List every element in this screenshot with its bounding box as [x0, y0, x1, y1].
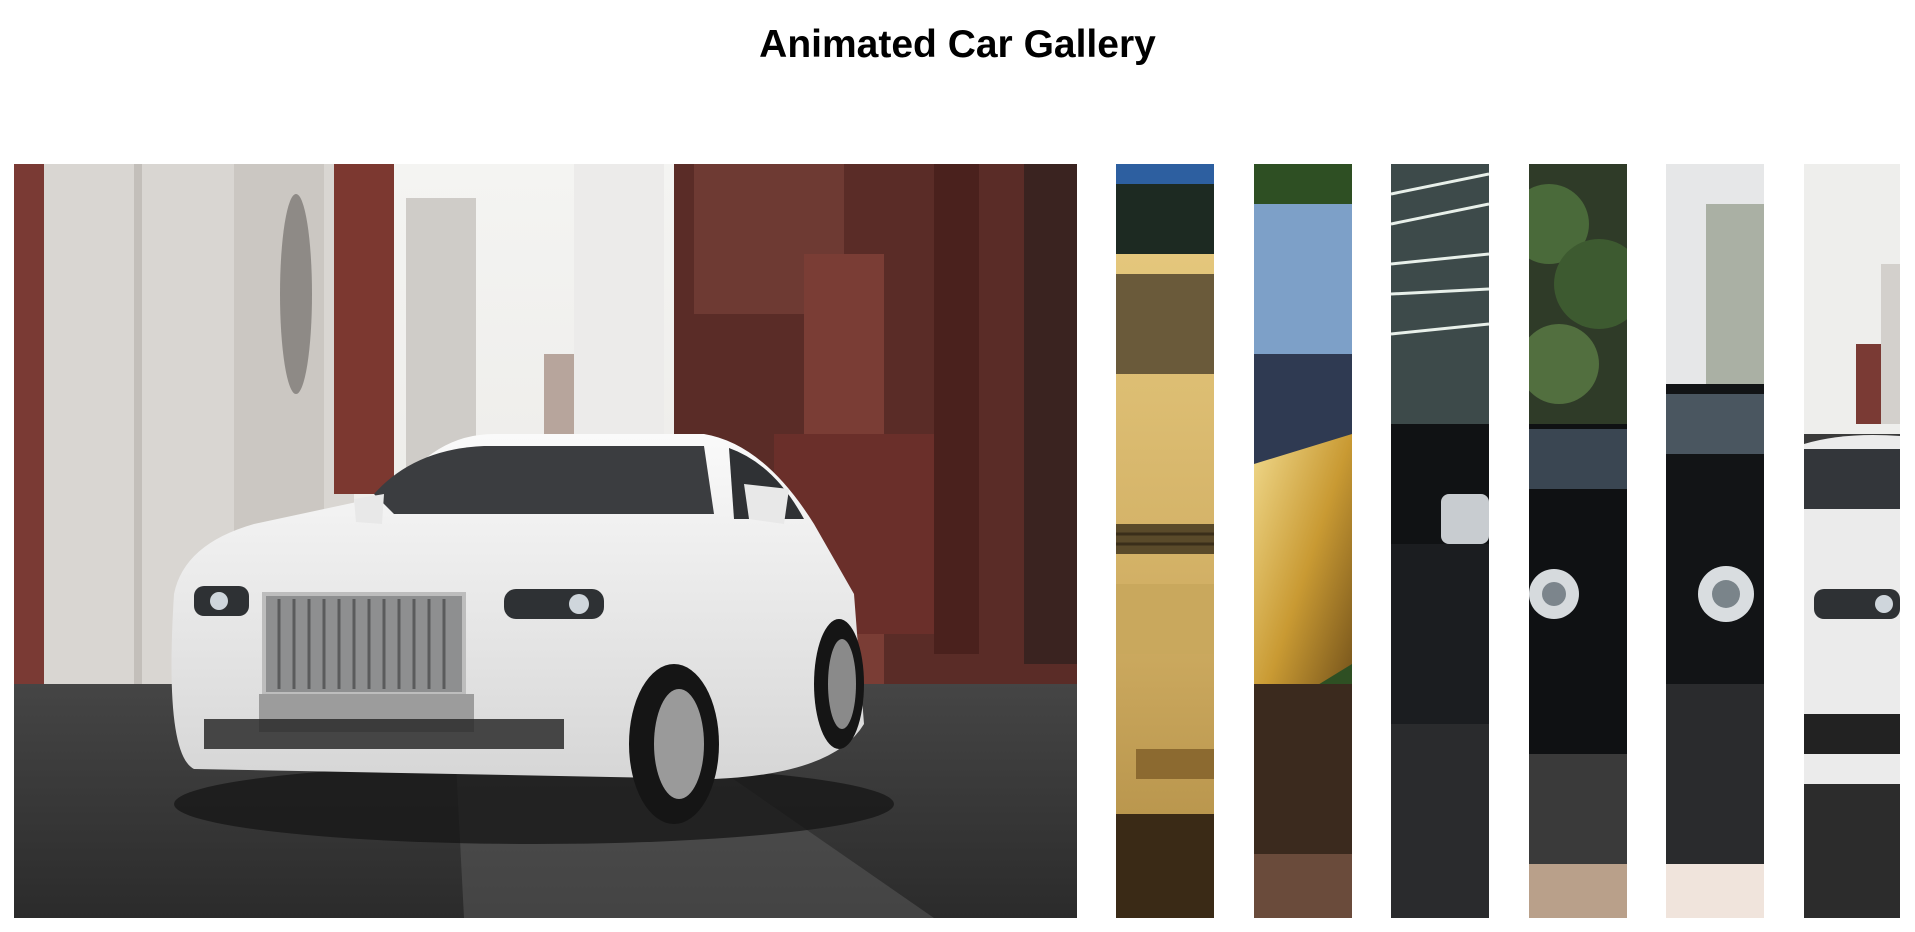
black-rolls-royce-image [1391, 164, 1489, 918]
gallery-panel-gold-wrapped-car[interactable] [1254, 164, 1352, 918]
white-rolls-royce-image [14, 164, 1077, 918]
black-bentley-image [1529, 164, 1627, 918]
gallery-panel-gold-rolls-royce[interactable] [1116, 164, 1214, 918]
gallery-panel-black-bentley[interactable] [1529, 164, 1627, 918]
car-gallery [0, 164, 1915, 918]
gallery-panel-white-rolls-royce[interactable] [14, 164, 1077, 918]
gallery-panel-black-bentley-convertible[interactable] [1666, 164, 1764, 918]
page-title: Animated Car Gallery [759, 23, 1156, 66]
black-bentley-convertible-image [1666, 164, 1764, 918]
gold-rolls-royce-image [1116, 164, 1214, 918]
gallery-panel-white-rolls-royce-repeat[interactable] [1804, 164, 1900, 918]
white-rolls-royce-repeat-image [1804, 164, 1900, 918]
gallery-panel-black-rolls-royce[interactable] [1391, 164, 1489, 918]
gold-wrapped-car-image [1254, 164, 1352, 918]
